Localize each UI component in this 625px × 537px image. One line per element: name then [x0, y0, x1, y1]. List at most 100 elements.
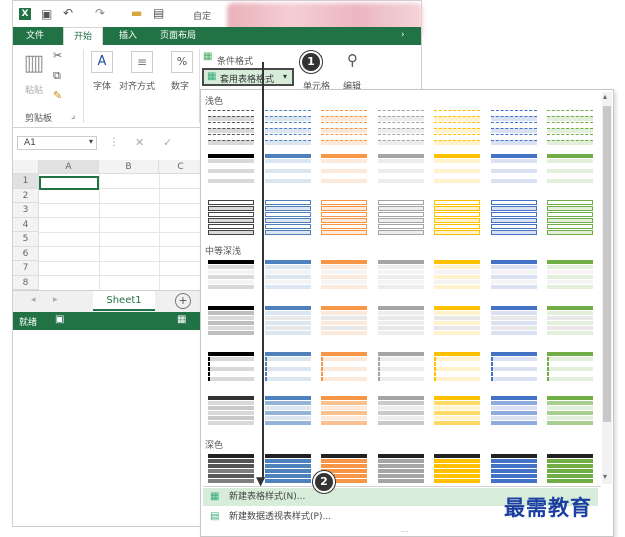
row-header[interactable]: 7: [13, 261, 39, 276]
table-style-option[interactable]: [377, 200, 425, 235]
table-style-option[interactable]: [490, 200, 538, 235]
font-icon[interactable]: A: [91, 51, 113, 73]
table-style-option[interactable]: [377, 110, 425, 145]
alignment-label[interactable]: 对齐方式: [119, 79, 155, 92]
table-style-option[interactable]: [546, 260, 594, 294]
scroll-next-icon[interactable]: ▸: [53, 295, 58, 305]
sheet-tab[interactable]: Sheet1: [93, 291, 155, 311]
table-style-option[interactable]: [320, 396, 368, 430]
table-style-option[interactable]: [264, 454, 312, 488]
open-folder-icon[interactable]: ▬: [131, 6, 142, 20]
table-style-option[interactable]: [377, 454, 425, 488]
number-label[interactable]: 数字: [171, 79, 189, 92]
cancel-icon[interactable]: ✕: [135, 136, 144, 149]
table-style-option[interactable]: [264, 110, 312, 145]
table-style-option[interactable]: [207, 200, 255, 235]
scroll-left-icon[interactable]: ◂: [31, 295, 36, 305]
save-icon[interactable]: ▣: [41, 7, 52, 21]
resize-grip-icon[interactable]: ⋯: [401, 527, 409, 536]
copy-icon[interactable]: ⧉: [53, 69, 61, 83]
add-sheet-icon[interactable]: +: [175, 293, 191, 309]
name-box[interactable]: A1 ▾: [17, 136, 97, 150]
table-style-option[interactable]: [433, 352, 481, 386]
table-style-option[interactable]: [490, 154, 538, 188]
table-style-option[interactable]: [264, 306, 312, 340]
table-style-option[interactable]: [264, 154, 312, 188]
table-style-option[interactable]: [490, 306, 538, 340]
column-header[interactable]: C: [159, 160, 203, 174]
confirm-icon[interactable]: ✓: [163, 136, 172, 149]
table-style-option[interactable]: [490, 260, 538, 294]
tab-insert[interactable]: 插入: [111, 27, 145, 45]
row-header[interactable]: 2: [13, 188, 39, 203]
table-style-option[interactable]: [377, 154, 425, 188]
tab-page-layout[interactable]: 页面布局: [153, 27, 203, 45]
table-style-option[interactable]: [207, 154, 255, 188]
normal-view-icon[interactable]: ▦: [177, 314, 186, 325]
table-style-option[interactable]: [207, 454, 255, 488]
table-style-option[interactable]: [546, 352, 594, 386]
table-style-option[interactable]: [433, 454, 481, 488]
table-style-option[interactable]: [207, 260, 255, 294]
table-style-option[interactable]: [320, 154, 368, 188]
paste-icon[interactable]: ▥: [21, 51, 47, 81]
cut-icon[interactable]: ✂: [53, 49, 62, 62]
scroll-down-icon[interactable]: ▾: [603, 472, 607, 481]
table-style-option[interactable]: [320, 110, 368, 145]
undo-icon[interactable]: ↶: [63, 6, 73, 20]
table-style-option[interactable]: [490, 454, 538, 488]
table-style-option[interactable]: [433, 260, 481, 294]
table-style-option[interactable]: [490, 352, 538, 386]
table-style-option[interactable]: [377, 306, 425, 340]
scroll-right-icon[interactable]: ›: [401, 30, 405, 40]
conditional-format-label[interactable]: 条件格式: [217, 54, 253, 67]
edit-icon[interactable]: ⚲: [347, 51, 358, 69]
macro-record-icon[interactable]: ▣: [55, 314, 64, 325]
row-header[interactable]: 6: [13, 246, 39, 261]
table-style-option[interactable]: [207, 396, 255, 430]
table-style-option[interactable]: [264, 396, 312, 430]
table-format-button[interactable]: ▦ 套用表格格式 ▾: [202, 68, 294, 86]
table-style-option[interactable]: [433, 200, 481, 235]
redo-icon[interactable]: ↷: [95, 6, 105, 20]
clipboard-launcher-icon[interactable]: ⌟: [71, 111, 75, 121]
active-cell[interactable]: [39, 176, 99, 190]
table-style-option[interactable]: [320, 260, 368, 294]
alignment-icon[interactable]: ≡: [131, 51, 153, 73]
row-header[interactable]: 1: [13, 174, 39, 189]
select-all-corner[interactable]: [13, 160, 39, 174]
row-header[interactable]: 5: [13, 232, 39, 247]
table-style-option[interactable]: [377, 260, 425, 294]
table-style-option[interactable]: [207, 306, 255, 340]
table-style-option[interactable]: [546, 454, 594, 488]
table-style-option[interactable]: [264, 260, 312, 294]
table-style-option[interactable]: [320, 200, 368, 235]
scroll-up-icon[interactable]: ▴: [603, 92, 607, 101]
table-style-option[interactable]: [490, 110, 538, 145]
font-label[interactable]: 字体: [93, 79, 111, 92]
gallery-scrollbar[interactable]: ▴ ▾: [602, 92, 612, 484]
table-style-option[interactable]: [433, 306, 481, 340]
column-header[interactable]: B: [99, 160, 159, 174]
table-style-option[interactable]: [490, 396, 538, 430]
table-style-option[interactable]: [433, 110, 481, 145]
table-style-option[interactable]: [377, 352, 425, 386]
format-painter-icon[interactable]: ✎: [53, 89, 62, 102]
table-style-option[interactable]: [264, 200, 312, 235]
table-style-option[interactable]: [320, 352, 368, 386]
column-header[interactable]: A: [39, 160, 99, 174]
table-style-option[interactable]: [546, 200, 594, 235]
table-style-option[interactable]: [546, 396, 594, 430]
table-style-option[interactable]: [207, 110, 255, 145]
row-header[interactable]: 3: [13, 203, 39, 218]
row-header[interactable]: 8: [13, 275, 39, 290]
paste-label[interactable]: 粘贴: [25, 83, 43, 96]
table-style-option[interactable]: [433, 154, 481, 188]
table-style-option[interactable]: [546, 154, 594, 188]
name-box-dropdown-icon[interactable]: ▾: [89, 137, 93, 146]
table-style-option[interactable]: [320, 306, 368, 340]
tab-home[interactable]: 开始: [63, 27, 103, 45]
table-style-option[interactable]: [207, 352, 255, 386]
tab-file[interactable]: 文件: [19, 27, 51, 45]
table-style-option[interactable]: [264, 352, 312, 386]
